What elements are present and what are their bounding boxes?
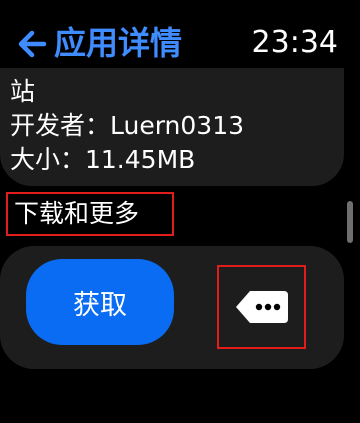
more-options-tag-icon xyxy=(235,291,288,323)
app-info-card: 站 开发者：Luern0313 大小：11.45MB xyxy=(0,68,344,186)
page-title: 应用详情 xyxy=(54,24,183,62)
developer-line: 开发者：Luern0313 xyxy=(10,111,245,140)
more-options-button[interactable] xyxy=(217,265,306,349)
clock: 23:34 xyxy=(251,25,338,60)
info-continued-text: 站 xyxy=(10,77,36,106)
get-button[interactable]: 获取 xyxy=(26,259,174,345)
section-heading-download-more: 下载和更多 xyxy=(6,192,174,236)
header: 应用详情 23:34 xyxy=(0,0,360,70)
back-arrow-icon[interactable] xyxy=(14,24,50,64)
size-line: 大小：11.45MB xyxy=(10,145,196,174)
scrollbar[interactable] xyxy=(347,201,353,243)
